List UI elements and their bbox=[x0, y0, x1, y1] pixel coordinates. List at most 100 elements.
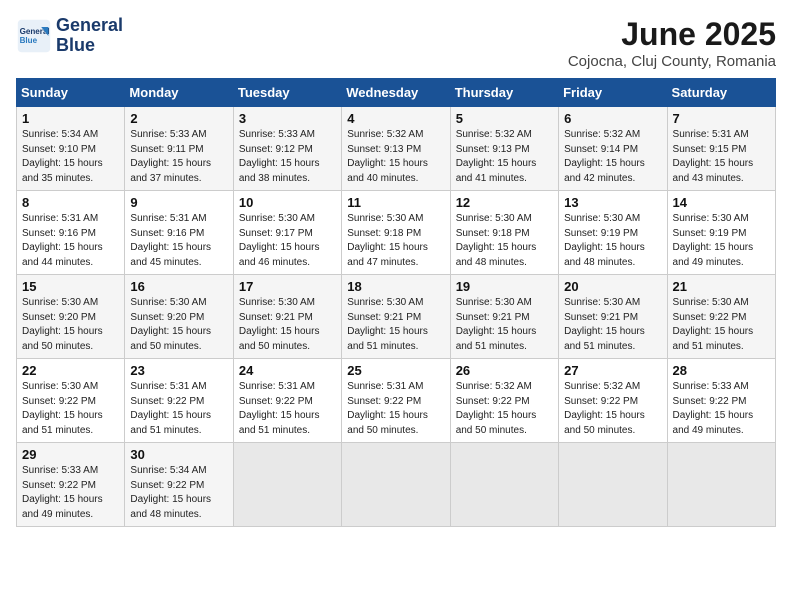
logo-name: GeneralBlue bbox=[56, 16, 123, 56]
day-number: 3 bbox=[239, 111, 336, 126]
day-number: 6 bbox=[564, 111, 661, 126]
day-number: 12 bbox=[456, 195, 553, 210]
day-info: Sunrise: 5:32 AM Sunset: 9:22 PM Dayligh… bbox=[456, 380, 553, 438]
calendar-day-cell: 29 Sunrise: 5:33 AM Sunset: 9:22 PM Dayl… bbox=[17, 443, 125, 527]
day-info: Sunrise: 5:30 AM Sunset: 9:20 PM Dayligh… bbox=[22, 296, 119, 354]
day-number: 13 bbox=[564, 195, 661, 210]
logo-icon: General Blue bbox=[16, 18, 52, 54]
calendar-week-row: 22 Sunrise: 5:30 AM Sunset: 9:22 PM Dayl… bbox=[17, 359, 776, 443]
day-number: 25 bbox=[347, 363, 444, 378]
calendar-day-cell: 23 Sunrise: 5:31 AM Sunset: 9:22 PM Dayl… bbox=[125, 359, 233, 443]
day-info: Sunrise: 5:33 AM Sunset: 9:11 PM Dayligh… bbox=[130, 128, 227, 186]
calendar-day-cell: 27 Sunrise: 5:32 AM Sunset: 9:22 PM Dayl… bbox=[559, 359, 667, 443]
calendar-day-cell: 11 Sunrise: 5:30 AM Sunset: 9:18 PM Dayl… bbox=[342, 191, 450, 275]
day-number: 9 bbox=[130, 195, 227, 210]
calendar-day-cell: 18 Sunrise: 5:30 AM Sunset: 9:21 PM Dayl… bbox=[342, 275, 450, 359]
calendar-day-cell: 28 Sunrise: 5:33 AM Sunset: 9:22 PM Dayl… bbox=[667, 359, 775, 443]
calendar-day-cell: 9 Sunrise: 5:31 AM Sunset: 9:16 PM Dayli… bbox=[125, 191, 233, 275]
day-number: 22 bbox=[22, 363, 119, 378]
day-number: 14 bbox=[673, 195, 770, 210]
calendar-day-cell: 10 Sunrise: 5:30 AM Sunset: 9:17 PM Dayl… bbox=[233, 191, 341, 275]
calendar-day-cell bbox=[450, 443, 558, 527]
day-number: 4 bbox=[347, 111, 444, 126]
page-header: General Blue GeneralBlue June 2025 Cojoc… bbox=[16, 16, 776, 70]
calendar-day-cell: 12 Sunrise: 5:30 AM Sunset: 9:18 PM Dayl… bbox=[450, 191, 558, 275]
day-info: Sunrise: 5:31 AM Sunset: 9:16 PM Dayligh… bbox=[22, 212, 119, 270]
day-number: 17 bbox=[239, 279, 336, 294]
header-friday: Friday bbox=[559, 79, 667, 107]
day-number: 7 bbox=[673, 111, 770, 126]
calendar-day-cell: 21 Sunrise: 5:30 AM Sunset: 9:22 PM Dayl… bbox=[667, 275, 775, 359]
calendar-title: June 2025 bbox=[568, 16, 776, 53]
day-info: Sunrise: 5:34 AM Sunset: 9:22 PM Dayligh… bbox=[130, 464, 227, 522]
header-tuesday: Tuesday bbox=[233, 79, 341, 107]
calendar-day-cell: 14 Sunrise: 5:30 AM Sunset: 9:19 PM Dayl… bbox=[667, 191, 775, 275]
day-number: 18 bbox=[347, 279, 444, 294]
day-number: 16 bbox=[130, 279, 227, 294]
calendar-day-cell: 22 Sunrise: 5:30 AM Sunset: 9:22 PM Dayl… bbox=[17, 359, 125, 443]
calendar-day-cell: 30 Sunrise: 5:34 AM Sunset: 9:22 PM Dayl… bbox=[125, 443, 233, 527]
header-sunday: Sunday bbox=[17, 79, 125, 107]
title-area: June 2025 Cojocna, Cluj County, Romania bbox=[568, 16, 776, 70]
day-number: 8 bbox=[22, 195, 119, 210]
day-info: Sunrise: 5:31 AM Sunset: 9:15 PM Dayligh… bbox=[673, 128, 770, 186]
day-number: 5 bbox=[456, 111, 553, 126]
calendar-week-row: 15 Sunrise: 5:30 AM Sunset: 9:20 PM Dayl… bbox=[17, 275, 776, 359]
day-info: Sunrise: 5:31 AM Sunset: 9:16 PM Dayligh… bbox=[130, 212, 227, 270]
calendar-day-cell bbox=[342, 443, 450, 527]
day-info: Sunrise: 5:34 AM Sunset: 9:10 PM Dayligh… bbox=[22, 128, 119, 186]
header-saturday: Saturday bbox=[667, 79, 775, 107]
weekday-header-row: Sunday Monday Tuesday Wednesday Thursday… bbox=[17, 79, 776, 107]
day-number: 19 bbox=[456, 279, 553, 294]
day-number: 20 bbox=[564, 279, 661, 294]
day-number: 21 bbox=[673, 279, 770, 294]
day-info: Sunrise: 5:31 AM Sunset: 9:22 PM Dayligh… bbox=[239, 380, 336, 438]
calendar-week-row: 8 Sunrise: 5:31 AM Sunset: 9:16 PM Dayli… bbox=[17, 191, 776, 275]
day-number: 15 bbox=[22, 279, 119, 294]
calendar-day-cell: 13 Sunrise: 5:30 AM Sunset: 9:19 PM Dayl… bbox=[559, 191, 667, 275]
day-info: Sunrise: 5:30 AM Sunset: 9:18 PM Dayligh… bbox=[456, 212, 553, 270]
day-info: Sunrise: 5:33 AM Sunset: 9:12 PM Dayligh… bbox=[239, 128, 336, 186]
day-number: 29 bbox=[22, 447, 119, 462]
calendar-week-row: 29 Sunrise: 5:33 AM Sunset: 9:22 PM Dayl… bbox=[17, 443, 776, 527]
calendar-day-cell: 16 Sunrise: 5:30 AM Sunset: 9:20 PM Dayl… bbox=[125, 275, 233, 359]
day-info: Sunrise: 5:32 AM Sunset: 9:22 PM Dayligh… bbox=[564, 380, 661, 438]
calendar-day-cell: 26 Sunrise: 5:32 AM Sunset: 9:22 PM Dayl… bbox=[450, 359, 558, 443]
svg-text:Blue: Blue bbox=[20, 36, 38, 45]
calendar-day-cell bbox=[667, 443, 775, 527]
day-info: Sunrise: 5:30 AM Sunset: 9:21 PM Dayligh… bbox=[347, 296, 444, 354]
calendar-day-cell: 19 Sunrise: 5:30 AM Sunset: 9:21 PM Dayl… bbox=[450, 275, 558, 359]
day-info: Sunrise: 5:32 AM Sunset: 9:13 PM Dayligh… bbox=[347, 128, 444, 186]
calendar-week-row: 1 Sunrise: 5:34 AM Sunset: 9:10 PM Dayli… bbox=[17, 107, 776, 191]
calendar-subtitle: Cojocna, Cluj County, Romania bbox=[568, 53, 776, 70]
day-info: Sunrise: 5:31 AM Sunset: 9:22 PM Dayligh… bbox=[130, 380, 227, 438]
day-info: Sunrise: 5:33 AM Sunset: 9:22 PM Dayligh… bbox=[22, 464, 119, 522]
day-info: Sunrise: 5:30 AM Sunset: 9:19 PM Dayligh… bbox=[564, 212, 661, 270]
day-number: 27 bbox=[564, 363, 661, 378]
day-info: Sunrise: 5:30 AM Sunset: 9:21 PM Dayligh… bbox=[456, 296, 553, 354]
calendar-table: Sunday Monday Tuesday Wednesday Thursday… bbox=[16, 78, 776, 527]
calendar-day-cell: 7 Sunrise: 5:31 AM Sunset: 9:15 PM Dayli… bbox=[667, 107, 775, 191]
day-number: 23 bbox=[130, 363, 227, 378]
calendar-day-cell bbox=[233, 443, 341, 527]
day-info: Sunrise: 5:30 AM Sunset: 9:22 PM Dayligh… bbox=[673, 296, 770, 354]
calendar-day-cell: 24 Sunrise: 5:31 AM Sunset: 9:22 PM Dayl… bbox=[233, 359, 341, 443]
logo: General Blue GeneralBlue bbox=[16, 16, 123, 56]
calendar-day-cell: 2 Sunrise: 5:33 AM Sunset: 9:11 PM Dayli… bbox=[125, 107, 233, 191]
calendar-day-cell: 5 Sunrise: 5:32 AM Sunset: 9:13 PM Dayli… bbox=[450, 107, 558, 191]
day-number: 2 bbox=[130, 111, 227, 126]
day-number: 26 bbox=[456, 363, 553, 378]
calendar-day-cell: 6 Sunrise: 5:32 AM Sunset: 9:14 PM Dayli… bbox=[559, 107, 667, 191]
day-info: Sunrise: 5:30 AM Sunset: 9:20 PM Dayligh… bbox=[130, 296, 227, 354]
calendar-day-cell: 25 Sunrise: 5:31 AM Sunset: 9:22 PM Dayl… bbox=[342, 359, 450, 443]
day-number: 30 bbox=[130, 447, 227, 462]
calendar-day-cell bbox=[559, 443, 667, 527]
calendar-day-cell: 1 Sunrise: 5:34 AM Sunset: 9:10 PM Dayli… bbox=[17, 107, 125, 191]
day-info: Sunrise: 5:30 AM Sunset: 9:19 PM Dayligh… bbox=[673, 212, 770, 270]
calendar-day-cell: 15 Sunrise: 5:30 AM Sunset: 9:20 PM Dayl… bbox=[17, 275, 125, 359]
day-number: 24 bbox=[239, 363, 336, 378]
day-number: 10 bbox=[239, 195, 336, 210]
day-info: Sunrise: 5:30 AM Sunset: 9:22 PM Dayligh… bbox=[22, 380, 119, 438]
day-info: Sunrise: 5:30 AM Sunset: 9:21 PM Dayligh… bbox=[564, 296, 661, 354]
header-thursday: Thursday bbox=[450, 79, 558, 107]
